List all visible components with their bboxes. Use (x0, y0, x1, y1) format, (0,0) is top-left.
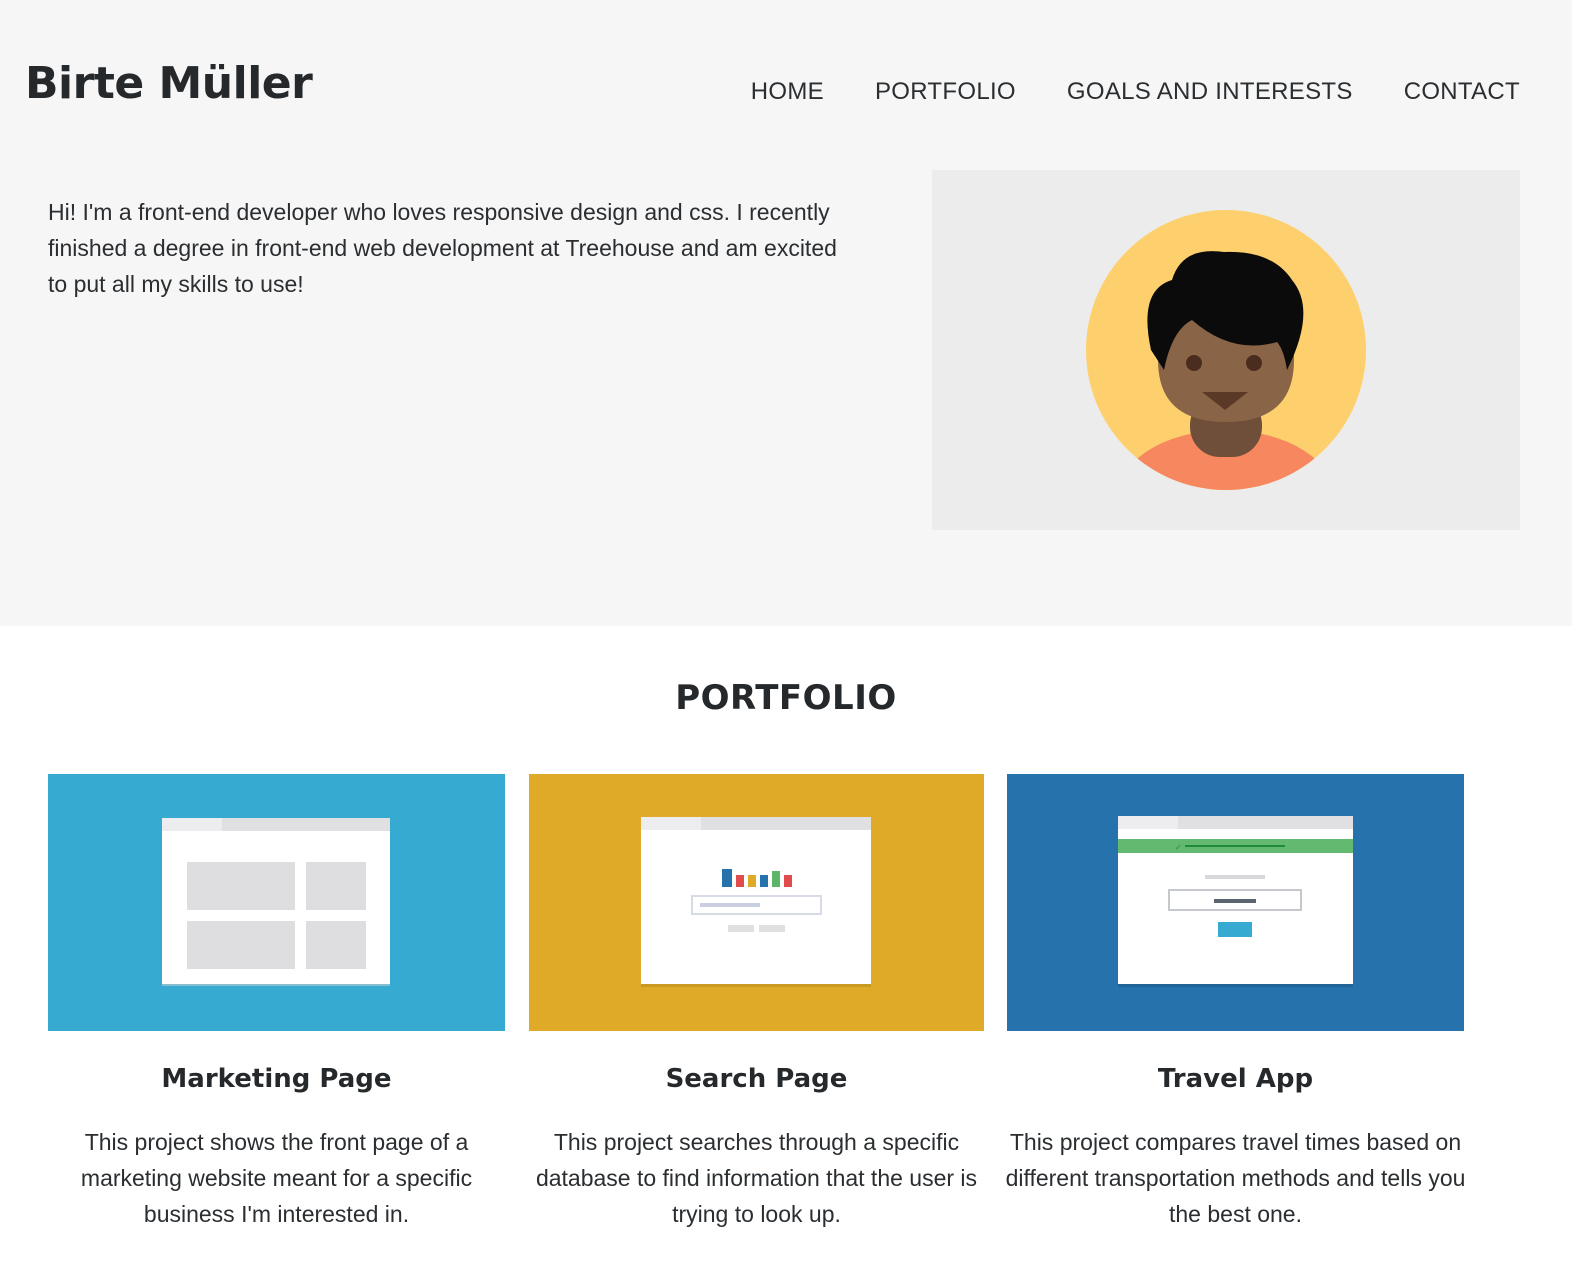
project-title[interactable]: Search Page (529, 1064, 984, 1094)
svg-text:✓: ✓ (1175, 843, 1182, 852)
search-page-illustration (641, 817, 871, 987)
marketing-page-thumbnail[interactable] (48, 774, 505, 1031)
travel-app-illustration: ✓ (1118, 816, 1353, 987)
nav-home[interactable]: HOME (751, 78, 824, 106)
intro-text: Hi! I'm a front-end developer who loves … (48, 199, 837, 297)
project-title[interactable]: Travel App (1007, 1064, 1464, 1094)
search-page-thumbnail[interactable] (529, 774, 984, 1031)
avatar-panel (932, 170, 1520, 530)
nav-portfolio[interactable]: PORTFOLIO (875, 78, 1016, 106)
marketing-page-illustration (162, 818, 390, 986)
person-avatar-icon (1086, 210, 1366, 490)
travel-app-thumbnail[interactable]: ✓ (1007, 774, 1464, 1031)
project-description: This project compares travel times based… (1005, 1129, 1466, 1227)
main-nav: HOME PORTFOLIO GOALS AND INTERESTS CONTA… (751, 78, 1520, 106)
nav-contact[interactable]: CONTACT (1404, 78, 1520, 106)
project-description: This project shows the front page of a m… (80, 1129, 473, 1227)
project-title[interactable]: Marketing Page (48, 1064, 505, 1094)
site-brand[interactable]: Birte Müller (25, 58, 313, 109)
nav-goals-and-interests[interactable]: GOALS AND INTERESTS (1067, 78, 1353, 106)
project-description: This project searches through a specific… (535, 1129, 978, 1227)
hero-section: Birte Müller HOME PORTFOLIO GOALS AND IN… (0, 0, 1572, 626)
portfolio-title: PORTFOLIO (675, 678, 897, 718)
